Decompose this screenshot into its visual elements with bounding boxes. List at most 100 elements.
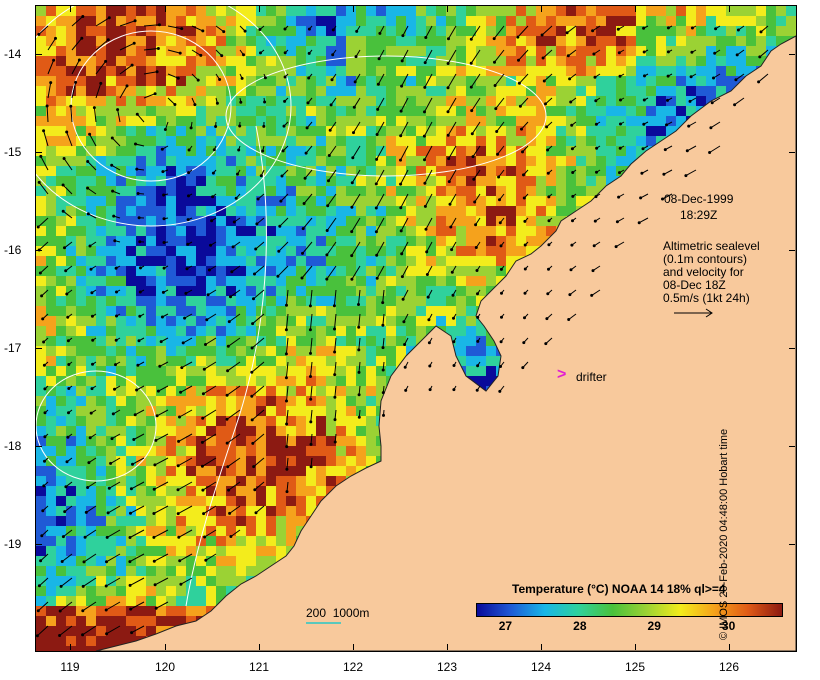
- sst-pixel: [166, 326, 176, 336]
- sst-pixel: [356, 6, 366, 16]
- sst-pixel: [236, 116, 246, 126]
- y-tick-label: -14: [4, 47, 22, 61]
- sst-pixel: [616, 126, 626, 136]
- sst-pixel: [506, 196, 516, 206]
- sst-pixel: [416, 236, 426, 246]
- sst-pixel: [86, 616, 96, 626]
- sst-pixel: [266, 6, 276, 16]
- sst-pixel: [196, 486, 206, 496]
- sst-pixel: [676, 96, 686, 106]
- sst-pixel: [46, 16, 56, 26]
- sst-pixel: [66, 616, 76, 626]
- sst-pixel: [136, 276, 146, 286]
- sst-pixel: [656, 36, 666, 46]
- sst-pixel: [76, 346, 86, 356]
- sst-pixel: [136, 306, 146, 316]
- sst-pixel: [146, 316, 156, 326]
- sst-pixel: [76, 636, 86, 646]
- sst-pixel: [346, 416, 356, 426]
- sst-pixel: [406, 206, 416, 216]
- sst-pixel: [456, 126, 466, 136]
- sst-pixel: [46, 246, 56, 256]
- sst-pixel: [616, 36, 626, 46]
- sst-pixel: [176, 466, 186, 476]
- sst-pixel: [106, 616, 116, 626]
- sst-pixel: [576, 176, 586, 186]
- velocity-vector-head: [107, 16, 111, 20]
- sst-pixel: [256, 496, 266, 506]
- sst-pixel: [376, 136, 386, 146]
- sst-pixel: [36, 196, 46, 206]
- sst-pixel: [376, 16, 386, 26]
- sst-pixel: [86, 76, 96, 86]
- sst-pixel: [406, 106, 416, 116]
- sst-pixel: [336, 266, 346, 276]
- sst-pixel: [156, 586, 166, 596]
- sst-pixel: [246, 206, 256, 216]
- sst-pixel: [56, 66, 66, 76]
- sst-pixel: [66, 236, 76, 246]
- sst-pixel: [456, 66, 466, 76]
- sst-pixel: [216, 516, 226, 526]
- sst-pixel: [466, 136, 476, 146]
- sst-pixel: [76, 176, 86, 186]
- sst-pixel: [336, 26, 346, 36]
- sst-pixel: [286, 16, 296, 26]
- sst-pixel: [46, 86, 56, 96]
- sst-pixel: [336, 466, 346, 476]
- sst-pixel: [106, 526, 116, 536]
- sst-pixel: [176, 206, 186, 216]
- sst-pixel: [166, 536, 176, 546]
- sst-pixel: [106, 336, 116, 346]
- sst-pixel: [166, 196, 176, 206]
- sst-pixel: [656, 86, 666, 96]
- sst-pixel: [776, 6, 786, 16]
- sst-pixel: [96, 296, 106, 306]
- sst-pixel: [66, 606, 76, 616]
- sst-pixel: [266, 466, 276, 476]
- sst-pixel: [86, 6, 96, 16]
- sst-pixel: [506, 156, 516, 166]
- sst-pixel: [186, 246, 196, 256]
- sst-pixel: [116, 556, 126, 566]
- sst-pixel: [166, 446, 176, 456]
- sst-pixel: [276, 386, 286, 396]
- sst-pixel: [246, 86, 256, 96]
- sst-pixel: [306, 476, 316, 486]
- sst-pixel: [456, 306, 466, 316]
- sst-pixel: [246, 436, 256, 446]
- sst-pixel: [356, 206, 366, 216]
- sst-pixel: [136, 616, 146, 626]
- sst-pixel: [36, 96, 46, 106]
- sst-pixel: [346, 96, 356, 106]
- sst-pixel: [736, 6, 746, 16]
- sst-pixel: [66, 626, 76, 636]
- sst-pixel: [146, 226, 156, 236]
- velocity-vector-head: [355, 29, 359, 33]
- sst-pixel: [416, 116, 426, 126]
- sst-pixel: [346, 406, 356, 416]
- sst-pixel: [336, 256, 346, 266]
- sst-pixel: [206, 346, 216, 356]
- sst-pixel: [696, 56, 706, 66]
- sst-pixel: [276, 356, 286, 366]
- sst-pixel: [296, 476, 306, 486]
- sst-pixel: [96, 416, 106, 426]
- sst-pixel: [86, 536, 96, 546]
- sst-pixel: [316, 226, 326, 236]
- sst-pixel: [166, 56, 176, 66]
- sst-pixel: [466, 16, 476, 26]
- sst-pixel: [106, 186, 116, 196]
- sst-pixel: [376, 296, 386, 306]
- sst-pixel: [176, 326, 186, 336]
- sst-pixel: [156, 346, 166, 356]
- sst-pixel: [156, 566, 166, 576]
- sst-pixel: [336, 86, 346, 96]
- sst-pixel: [166, 466, 176, 476]
- sst-pixel: [166, 476, 176, 486]
- sst-pixel: [216, 396, 226, 406]
- sst-pixel: [526, 226, 536, 236]
- sst-pixel: [226, 176, 236, 186]
- sst-pixel: [296, 126, 306, 136]
- sst-pixel: [156, 236, 166, 246]
